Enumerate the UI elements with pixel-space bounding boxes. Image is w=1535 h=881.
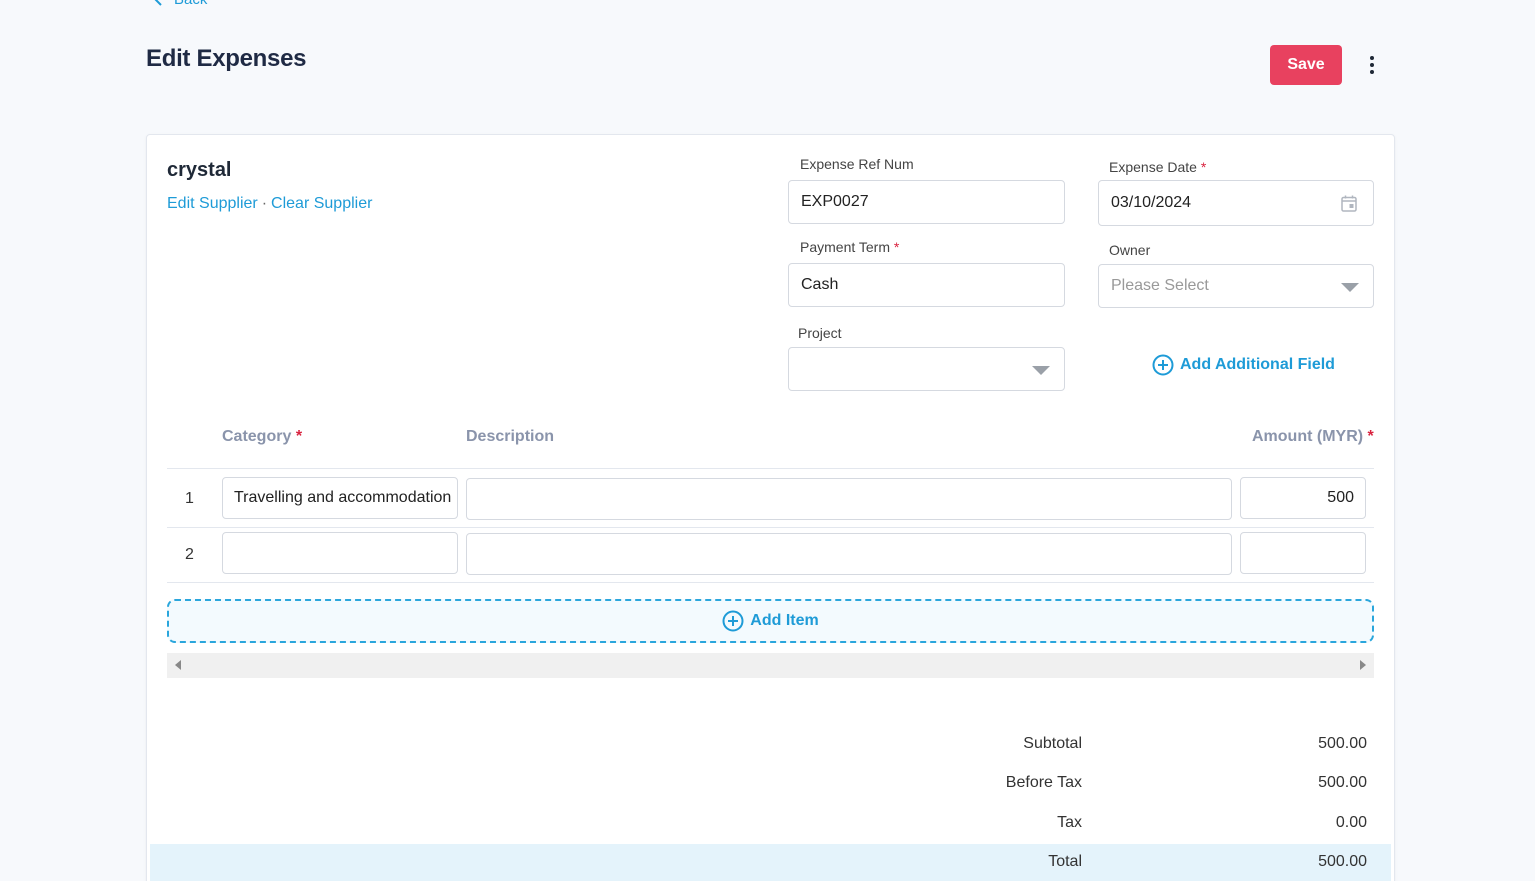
total-value: 500.00: [1318, 853, 1367, 870]
category-input[interactable]: [222, 532, 458, 574]
row-number: 2: [185, 546, 194, 563]
scroll-right-icon[interactable]: [1360, 660, 1366, 670]
edit-supplier-link[interactable]: Edit Supplier: [167, 195, 258, 212]
expense-form-card: crystal Edit Supplier · Clear Supplier Exp…: [146, 134, 1395, 881]
owner-label: Owner: [1109, 242, 1151, 258]
scroll-left-icon[interactable]: [175, 660, 181, 670]
supplier-name: crystal: [167, 159, 232, 181]
total-row: [150, 844, 1391, 881]
owner-select[interactable]: Please Select: [1098, 264, 1374, 308]
supplier-links: Edit Supplier · Clear Supplier: [167, 195, 372, 213]
description-input[interactable]: [466, 478, 1232, 520]
expense-date-label: Expense Date *: [1109, 159, 1207, 175]
total-label: Total: [1048, 853, 1082, 870]
link-separator: ·: [261, 195, 268, 212]
row-divider: [167, 582, 1374, 583]
payment-term-label: Payment Term *: [800, 239, 900, 255]
horizontal-scrollbar[interactable]: [167, 653, 1374, 678]
row-divider: [167, 468, 1374, 469]
project-select[interactable]: [788, 347, 1065, 391]
plus-circle-icon: [722, 610, 744, 632]
back-label: Back: [174, 0, 207, 8]
subtotal-label: Subtotal: [1023, 735, 1082, 752]
before-tax-label: Before Tax: [1005, 774, 1082, 791]
tax-value: 0.00: [1335, 814, 1367, 831]
amount-input[interactable]: [1240, 532, 1366, 574]
amount-input[interactable]: 500: [1240, 477, 1366, 519]
before-tax-value: 500.00: [1318, 774, 1367, 791]
description-input[interactable]: [466, 533, 1232, 575]
tax-label: Tax: [1057, 814, 1082, 831]
expense-date-input[interactable]: 03/10/2024: [1098, 180, 1374, 226]
chevron-down-icon: [1341, 283, 1359, 292]
column-header-description: Description: [466, 428, 555, 445]
add-item-button[interactable]: Add Item: [167, 599, 1374, 643]
chevron-down-icon: [1032, 366, 1050, 375]
back-link[interactable]: Back: [152, 0, 207, 8]
add-additional-field-label: Add Additional Field: [1180, 356, 1335, 373]
project-label: Project: [798, 325, 842, 341]
add-additional-field-button[interactable]: Add Additional Field: [1152, 354, 1335, 376]
subtotal-value: 500.00: [1318, 735, 1367, 752]
row-divider: [167, 527, 1374, 528]
column-header-amount: Amount (MYR) *: [1252, 428, 1374, 445]
ref-num-label: Expense Ref Num: [800, 156, 914, 172]
column-header-category: Category *: [222, 428, 303, 445]
calendar-icon[interactable]: [1341, 195, 1357, 212]
row-number: 1: [185, 490, 194, 507]
ref-num-input[interactable]: EXP0027: [788, 180, 1065, 224]
plus-circle-icon: [1152, 354, 1174, 376]
add-item-label: Add Item: [750, 612, 819, 629]
page-title: Edit Expenses: [146, 45, 307, 72]
more-options-icon[interactable]: [1360, 51, 1384, 79]
save-button[interactable]: Save: [1270, 45, 1342, 85]
category-input[interactable]: Travelling and accommodation: [222, 477, 458, 519]
payment-term-input[interactable]: Cash: [788, 263, 1065, 307]
clear-supplier-link[interactable]: Clear Supplier: [271, 195, 372, 212]
chevron-left-icon: [155, 0, 162, 6]
